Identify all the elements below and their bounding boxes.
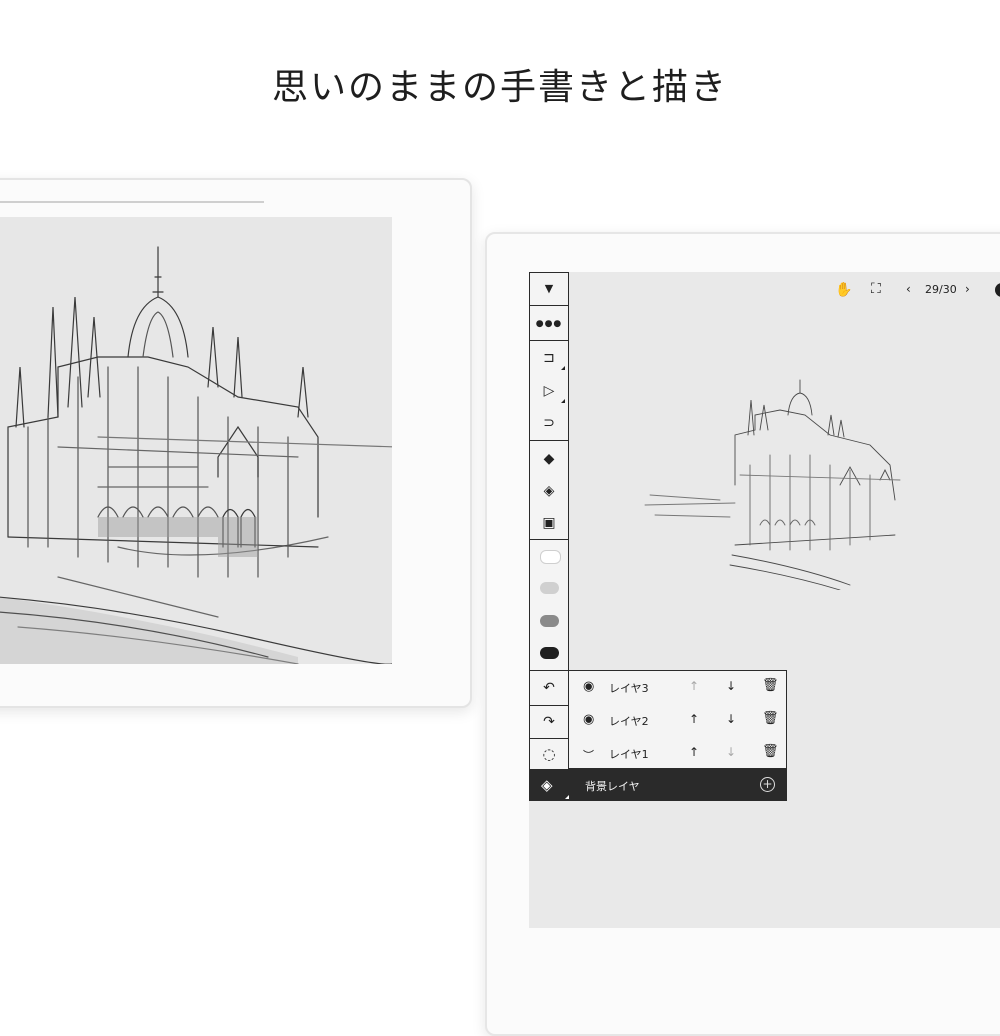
chevron-left-icon[interactable]: ‹ <box>906 282 911 296</box>
layer-row[interactable]: ◉ レイヤ2 ↑ ↓ 🗑 <box>569 704 786 737</box>
clear-icon: ▣ <box>542 515 556 531</box>
more-icon: ●●● <box>535 319 563 329</box>
layer-row[interactable]: ◉ レイヤ3 ↑ ↓ 🗑 <box>569 671 786 704</box>
background-layer-name: 背景レイヤ <box>585 780 640 793</box>
top-divider <box>0 201 264 203</box>
eye-icon[interactable]: ◉ <box>583 679 594 694</box>
stroke-eraser-tool-button[interactable]: ◈ <box>530 476 568 506</box>
eraser-dotted-icon: ◈ <box>543 483 555 499</box>
castle-sketch-small <box>644 379 901 590</box>
layers-icon[interactable]: ◈ <box>541 776 553 794</box>
pen-tool-button[interactable]: ⊐ <box>530 343 568 373</box>
redo-button[interactable]: ↷ <box>530 707 568 737</box>
arrow-up-icon[interactable]: ↑ <box>689 745 699 759</box>
left-tablet-device <box>0 178 472 708</box>
color-dark-gray-swatch[interactable] <box>540 615 559 627</box>
fullscreen-icon[interactable]: ⛶ <box>871 281 881 297</box>
toolbar-divider <box>530 705 568 706</box>
hand-icon[interactable]: ✋ <box>835 282 852 298</box>
layer-name: レイヤ2 <box>609 715 649 728</box>
lasso-button[interactable]: ◌ <box>530 739 568 769</box>
add-layer-icon[interactable]: + <box>760 777 775 792</box>
drawing-canvas[interactable] <box>529 272 1000 928</box>
triangle-down-icon: ▼ <box>544 281 554 295</box>
lasso-icon: ◌ <box>542 745 556 763</box>
pen-icon: ⊐ <box>543 350 555 366</box>
toolbar-divider <box>530 340 568 341</box>
toolbar-divider <box>530 305 568 306</box>
eye-closed-icon[interactable]: ︶ <box>583 747 594 763</box>
undo-icon: ↶ <box>543 680 555 696</box>
corner-indicator <box>565 795 569 799</box>
page-indicator: 29/30 <box>925 283 957 296</box>
color-black-swatch[interactable] <box>540 647 559 659</box>
layer-name: レイヤ1 <box>609 748 649 761</box>
clear-layer-tool-button[interactable]: ▣ <box>530 508 568 538</box>
eye-icon[interactable]: ◉ <box>583 712 594 727</box>
eraser-tool-button[interactable]: ◆ <box>530 444 568 474</box>
drawing-toolbar: ▼ ●●● ⊐ ▷ ⊃ ◆ ◈ ▣ ↶ ↷ ◌ <box>529 272 569 800</box>
toolbar-divider <box>530 440 568 441</box>
arrow-down-icon[interactable]: ↓ <box>726 712 736 726</box>
brush-icon: ⊃ <box>543 415 555 431</box>
eraser-icon: ◆ <box>543 451 555 467</box>
color-light-gray-swatch[interactable] <box>540 582 559 594</box>
headline: 思いのままの手書きと描き <box>271 67 728 108</box>
toolbar-divider <box>530 670 568 671</box>
chevron-right-icon[interactable]: › <box>965 282 970 296</box>
undo-button[interactable]: ↶ <box>530 673 568 703</box>
trash-icon[interactable]: 🗑 <box>762 711 779 726</box>
marker-icon: ▷ <box>543 383 555 399</box>
brush-tool-button[interactable]: ⊃ <box>530 408 568 438</box>
highlighter-tool-button[interactable]: ▷ <box>530 376 568 406</box>
arrow-down-icon[interactable]: ↓ <box>726 679 736 693</box>
collapse-toolbar-button[interactable]: ▼ <box>530 273 568 303</box>
left-sketch-screen <box>0 217 392 664</box>
layer-row[interactable]: ︶ レイヤ1 ↑ ↓ 🗑 <box>569 737 786 770</box>
arrow-up-icon[interactable]: ↑ <box>689 712 699 726</box>
castle-sketch-large <box>0 246 392 664</box>
trash-icon[interactable]: 🗑 <box>762 678 779 693</box>
more-options-button[interactable]: ●●● <box>530 309 568 339</box>
layer-panel: ◉ レイヤ3 ↑ ↓ 🗑 ◉ レイヤ2 ↑ ↓ 🗑 ︶ レイヤ1 ↑ ↓ 🗑 <box>569 670 787 769</box>
arrow-down-icon[interactable]: ↓ <box>726 745 736 759</box>
toolbar-divider <box>530 539 568 540</box>
trash-icon[interactable]: 🗑 <box>762 744 779 759</box>
background-layer-row[interactable]: ◈ 背景レイヤ + <box>529 769 787 801</box>
color-white-swatch[interactable] <box>540 550 561 564</box>
arrow-up-icon[interactable]: ↑ <box>689 679 699 693</box>
redo-icon: ↷ <box>543 714 555 730</box>
layer-name: レイヤ3 <box>609 682 649 695</box>
